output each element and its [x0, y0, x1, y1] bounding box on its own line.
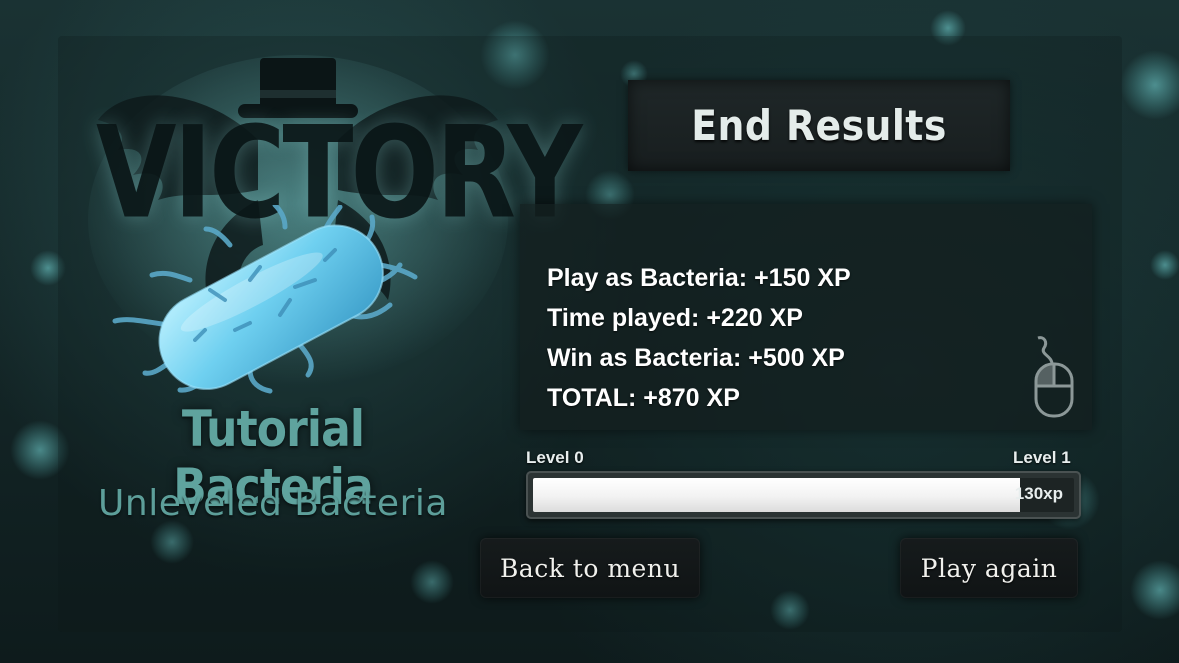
mouse-icon: [1034, 336, 1074, 418]
back-to-menu-label: Back to menu: [499, 553, 681, 583]
play-again-button[interactable]: Play again: [900, 538, 1078, 598]
level-start-label: Level 0: [526, 448, 584, 467]
results-title: End Results: [691, 101, 947, 150]
result-line-play-as: Play as Bacteria: +150 XP: [547, 264, 851, 292]
character-rank: Unleveled Bacteria: [98, 483, 448, 524]
result-line-time-played: Time played: +220 XP: [547, 304, 803, 332]
xp-amount-label: 130xp: [1014, 484, 1063, 503]
play-again-label: Play again: [920, 553, 1058, 583]
results-title-plate: End Results: [628, 80, 1010, 171]
bacterium-icon: [112, 205, 418, 394]
result-line-total: TOTAL: +870 XP: [547, 384, 740, 412]
result-line-win-as: Win as Bacteria: +500 XP: [547, 344, 845, 372]
level-end-label: Level 1: [1013, 448, 1071, 467]
xp-progress-bar: 130xp: [526, 471, 1081, 519]
xp-progress-fill: [533, 478, 1020, 512]
bokeh-particle: [1150, 250, 1179, 280]
xp-progress-track: [533, 478, 1074, 512]
back-to-menu-button[interactable]: Back to menu: [480, 538, 700, 598]
